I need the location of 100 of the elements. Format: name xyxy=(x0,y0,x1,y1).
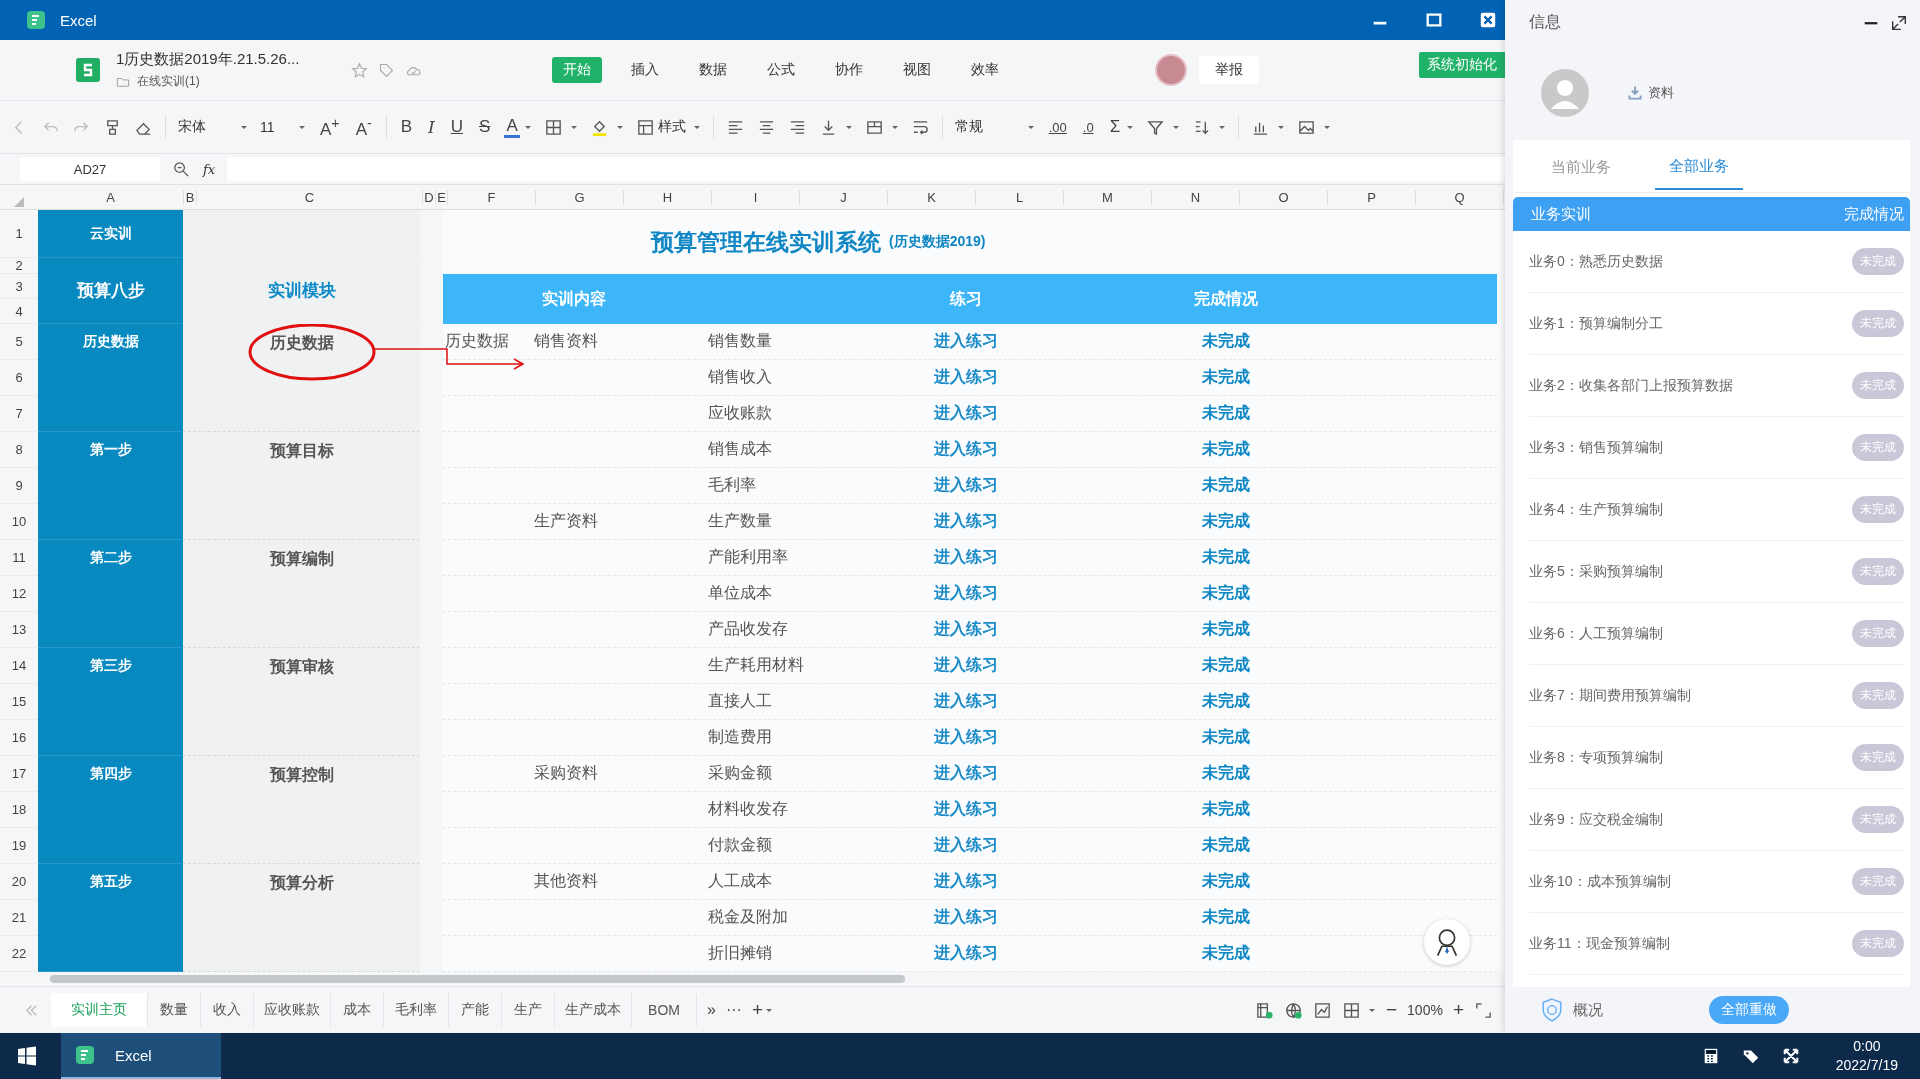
practice-link[interactable]: 进入练习 xyxy=(934,656,998,673)
task-item[interactable]: 业务3：销售预算编制 xyxy=(1529,438,1663,457)
fullscreen-icon[interactable] xyxy=(1781,1047,1800,1065)
caret-icon[interactable] xyxy=(1218,124,1227,130)
download-link[interactable]: 资料 xyxy=(1627,83,1674,102)
task-item[interactable]: 业务4：生产预算编制 xyxy=(1529,500,1663,519)
folder-name[interactable]: 在线实训(1) xyxy=(137,73,200,90)
column-header[interactable]: L xyxy=(976,189,1064,205)
trend-chart-icon[interactable] xyxy=(1312,1000,1332,1020)
sum-button[interactable]: Σ xyxy=(1107,117,1123,137)
caret-icon[interactable] xyxy=(765,1007,773,1013)
practice-link[interactable]: 进入练习 xyxy=(934,332,998,349)
caret-icon[interactable] xyxy=(569,124,578,130)
caret-icon[interactable] xyxy=(1323,124,1332,130)
cell-name-box[interactable]: AD27 xyxy=(20,157,160,181)
column-header[interactable]: G xyxy=(536,189,624,205)
font-color-button[interactable]: A xyxy=(504,116,520,138)
module-label[interactable]: 预算控制 xyxy=(269,765,334,786)
italic-button[interactable]: I xyxy=(426,117,437,137)
module-label[interactable]: 预算目标 xyxy=(269,441,334,462)
add-decimal-button[interactable]: .00 xyxy=(1046,119,1069,135)
practice-link[interactable]: 进入练习 xyxy=(934,548,998,565)
caret-icon[interactable] xyxy=(615,124,624,130)
practice-link[interactable]: 进入练习 xyxy=(934,476,998,493)
caret-icon[interactable] xyxy=(692,124,701,130)
menu-tab[interactable]: 数据 xyxy=(688,57,738,83)
caret-icon[interactable] xyxy=(523,124,532,130)
practice-link[interactable]: 进入练习 xyxy=(934,512,998,529)
column-header[interactable]: J xyxy=(800,189,888,205)
more-tabs-button[interactable]: » xyxy=(707,1001,716,1019)
star-icon[interactable] xyxy=(351,61,368,79)
caret-icon[interactable] xyxy=(844,124,853,130)
task-item[interactable]: 业务6：人工预算编制 xyxy=(1529,624,1663,643)
column-header[interactable]: P xyxy=(1328,189,1416,205)
task-item[interactable]: 业务1：预算编制分工 xyxy=(1529,314,1663,333)
globe-icon[interactable] xyxy=(1283,1000,1303,1020)
sheet-tab[interactable]: 实训主页 xyxy=(51,993,148,1027)
task-item[interactable]: 业务8：专项预算编制 xyxy=(1529,748,1663,767)
sheet-tab[interactable]: 数量 xyxy=(148,993,201,1027)
styles-button[interactable]: 样式 xyxy=(657,118,686,136)
caret-icon[interactable] xyxy=(890,124,899,130)
task-item[interactable]: 业务10：成本预算编制 xyxy=(1529,872,1671,891)
column-header[interactable]: K xyxy=(888,189,976,205)
zoom-out-button[interactable]: − xyxy=(1385,999,1398,1021)
remove-decimal-button[interactable]: .0 xyxy=(1080,119,1096,135)
caret-icon[interactable] xyxy=(1126,124,1135,130)
report-button[interactable]: 举报 xyxy=(1199,56,1259,84)
column-header[interactable]: E xyxy=(436,189,448,205)
practice-link[interactable]: 进入练习 xyxy=(934,872,998,889)
menu-tab[interactable]: 公式 xyxy=(756,57,806,83)
app-icon[interactable] xyxy=(75,1045,95,1065)
column-header[interactable]: F xyxy=(448,189,536,205)
expand-icon[interactable] xyxy=(1890,13,1908,32)
practice-link[interactable]: 进入练习 xyxy=(934,944,998,961)
sheet-tab[interactable]: 生产成本 xyxy=(555,993,632,1027)
number-format-select[interactable]: 常规 xyxy=(954,118,1035,136)
column-header[interactable]: C xyxy=(197,189,423,205)
column-header[interactable]: H xyxy=(624,189,712,205)
practice-link[interactable]: 进入练习 xyxy=(934,836,998,853)
caret-icon[interactable] xyxy=(240,124,248,130)
task-item[interactable]: 业务0：熟悉历史数据 xyxy=(1529,252,1663,271)
clock-time[interactable]: 0:00 xyxy=(1853,1037,1881,1056)
task-item[interactable]: 业务2：收集各部门上报预算数据 xyxy=(1529,376,1733,395)
shrink-font-button[interactable]: A$^{-}$ xyxy=(353,114,374,140)
practice-link[interactable]: 进入练习 xyxy=(934,368,998,385)
module-label[interactable]: 历史数据 xyxy=(269,333,334,354)
windows-start-icon[interactable] xyxy=(17,1046,37,1066)
task-item[interactable]: 业务7：期间费用预算编制 xyxy=(1529,686,1691,705)
sheet-tab[interactable]: 成本 xyxy=(331,993,384,1027)
menu-tab[interactable]: 视图 xyxy=(892,57,942,83)
column-header[interactable]: N xyxy=(1152,189,1240,205)
add-sheet-button[interactable]: + xyxy=(751,999,763,1021)
practice-link[interactable]: 进入练习 xyxy=(934,728,998,745)
caret-icon[interactable] xyxy=(1172,124,1181,130)
avatar[interactable] xyxy=(1155,54,1187,86)
borders-icon[interactable] xyxy=(543,117,563,137)
column-header[interactable]: M xyxy=(1064,189,1152,205)
column-header[interactable]: Q xyxy=(1416,189,1504,205)
caret-icon[interactable] xyxy=(1277,124,1286,130)
clock-date[interactable]: 2022/7/19 xyxy=(1835,1056,1898,1075)
column-header[interactable]: B xyxy=(184,189,197,205)
function-label[interactable]: fx xyxy=(203,161,216,177)
font-size-select[interactable]: 11 xyxy=(260,119,306,135)
sheet-tab[interactable]: 产能 xyxy=(449,993,502,1027)
sheet-tab[interactable]: BOM xyxy=(632,994,697,1026)
practice-link[interactable]: 进入练习 xyxy=(934,908,998,925)
practice-link[interactable]: 进入练习 xyxy=(934,584,998,601)
task-item[interactable]: 业务11：现金预算编制 xyxy=(1529,934,1670,953)
column-header[interactable]: A xyxy=(38,189,184,205)
menu-tab[interactable]: 协作 xyxy=(824,57,874,83)
caret-icon[interactable] xyxy=(1367,1007,1376,1013)
overview-label[interactable]: 概况 xyxy=(1573,1000,1603,1020)
practice-link[interactable]: 进入练习 xyxy=(934,692,998,709)
zoom-in-button[interactable]: + xyxy=(1452,999,1464,1021)
sheet-tab[interactable]: 生产 xyxy=(502,993,555,1027)
practice-link[interactable]: 进入练习 xyxy=(934,764,998,781)
task-item[interactable]: 业务9：应交税金编制 xyxy=(1529,810,1663,829)
practice-link[interactable]: 进入练习 xyxy=(934,620,998,637)
font-select[interactable]: 宋体 xyxy=(178,118,248,136)
column-header[interactable]: D xyxy=(423,189,436,205)
